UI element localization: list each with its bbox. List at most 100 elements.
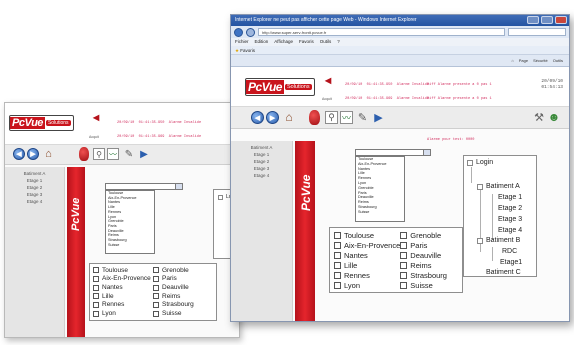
front-sidebar-item[interactable]: Etage 2 [231, 158, 292, 165]
back-checkbox-icon[interactable] [93, 275, 99, 282]
menu-edit[interactable]: Edition [255, 38, 269, 46]
front-forward-icon[interactable]: ▶ [266, 111, 279, 124]
front-search-icon[interactable]: ⚲ [325, 111, 338, 124]
back-checkbox-icon[interactable] [93, 310, 99, 317]
back-list-item[interactable]: Suisse [108, 243, 154, 248]
tree-node[interactable]: Etage 4 [498, 227, 522, 234]
back-alarm-icon[interactable] [79, 147, 89, 161]
back-checkbox-item[interactable]: Lyon [93, 309, 153, 318]
close-icon[interactable] [555, 16, 567, 24]
front-sidebar-item[interactable]: Etage 3 [231, 165, 292, 172]
front-checkbox-item[interactable]: Deauville [400, 250, 458, 260]
tree-collapse-icon[interactable] [477, 183, 483, 190]
back-sidebar-item[interactable]: Etage 1 [5, 177, 64, 184]
front-checkbox-icon[interactable] [400, 231, 408, 239]
back-checkbox-icon[interactable] [93, 301, 99, 308]
tree-node[interactable]: Batiment C [486, 269, 521, 276]
back-checkbox-icon[interactable] [93, 267, 99, 274]
cmd-security[interactable]: Sécurité [533, 58, 548, 63]
front-checkbox-item[interactable]: Nantes [334, 250, 400, 260]
back-checkbox-item[interactable]: Suisse [153, 309, 213, 318]
maximize-icon[interactable] [541, 16, 553, 24]
tree-node[interactable]: RDC [502, 248, 517, 255]
back-checkbox-item[interactable]: Rennes [93, 301, 153, 310]
back-checkbox-icon[interactable] [153, 310, 159, 317]
front-city-listbox[interactable]: Toulouse Aix-En-Provence Nantes Lille Re… [355, 156, 405, 222]
front-checkbox-item[interactable]: Aix-En-Provence [334, 240, 400, 250]
front-checkbox-icon[interactable] [400, 241, 408, 249]
ie-url-field[interactable]: http://www.super-serv-frontt.pcvue.fr [258, 28, 505, 36]
back-sidebar-item[interactable]: Etage 3 [5, 191, 64, 198]
back-checkbox-item[interactable]: Nantes [93, 283, 153, 292]
back-trend-icon[interactable]: 〰 [107, 148, 119, 160]
front-tools-icon[interactable]: ⚒ [533, 110, 545, 124]
back-checkbox-icon[interactable] [93, 284, 99, 291]
back-sidebar-item[interactable]: Etage 4 [5, 198, 64, 205]
tree-collapse-icon[interactable] [467, 159, 473, 166]
front-checkbox-icon[interactable] [334, 251, 341, 259]
front-pen-icon[interactable]: ✎ [356, 111, 369, 124]
front-city-combo[interactable] [355, 149, 431, 156]
front-checkbox-icon[interactable] [400, 281, 408, 289]
front-checkbox-item[interactable]: Strasbourg [400, 270, 458, 280]
front-sidebar-item[interactable]: Etage 4 [231, 172, 292, 179]
menu-favorites[interactable]: Favoris [299, 38, 314, 46]
cmd-tools[interactable]: Outils [553, 58, 563, 63]
back-back-icon[interactable]: ◀ [13, 148, 25, 160]
back-city-listbox[interactable]: Toulouse Aix-En-Provence Nantes Lille Re… [105, 190, 155, 254]
back-checkbox-icon[interactable] [153, 293, 159, 300]
back-checkbox-icon[interactable] [153, 301, 159, 308]
front-checkbox-item[interactable]: Lyon [334, 280, 400, 290]
front-checkbox-icon[interactable] [334, 231, 341, 239]
front-combo-dropdown-icon[interactable] [423, 150, 430, 155]
back-sidebar-item[interactable]: Batiment A [5, 170, 64, 177]
back-checkbox-item[interactable]: Strasbourg [153, 301, 213, 310]
back-checkbox-item[interactable]: Aix-En-Provence [93, 275, 153, 284]
front-alarm-bell-icon[interactable]: ◀ [325, 76, 331, 85]
front-checkbox-icon[interactable] [334, 271, 341, 279]
cmd-page[interactable]: Page [519, 58, 528, 63]
front-checkbox-icon[interactable] [400, 251, 408, 259]
ie-search-field[interactable] [508, 28, 566, 36]
front-checkbox-item[interactable]: Paris [400, 240, 458, 250]
menu-tools[interactable]: Outils [320, 38, 332, 46]
tree-node[interactable]: Etage1 [500, 259, 522, 266]
front-checkbox-icon[interactable] [400, 261, 408, 269]
back-tree-collapse-icon[interactable] [218, 194, 223, 200]
tree-node[interactable]: Etage 1 [498, 194, 522, 201]
front-checkbox-icon[interactable] [334, 261, 341, 269]
front-checkbox-item[interactable]: Reims [400, 260, 458, 270]
tree-node[interactable]: Batiment B [477, 237, 520, 244]
back-search-icon[interactable]: ⚲ [93, 148, 105, 160]
front-home-icon[interactable]: ⌂ [282, 110, 296, 124]
back-pen-icon[interactable]: ✎ [123, 148, 135, 160]
tree-node-root[interactable]: Login [467, 159, 493, 166]
menu-file[interactable]: Fichier [235, 38, 249, 46]
tree-node[interactable]: Etage 2 [498, 205, 522, 212]
front-checkbox-icon[interactable] [334, 281, 341, 289]
back-checkbox-item[interactable]: Reims [153, 292, 213, 301]
front-checkbox-item[interactable]: Suisse [400, 280, 458, 290]
back-sidebar-item[interactable]: Etage 2 [5, 184, 64, 191]
back-checkbox-icon[interactable] [93, 293, 99, 300]
front-checkbox-item[interactable]: Toulouse [334, 230, 400, 240]
tree-node[interactable]: Etage 3 [498, 216, 522, 223]
front-checkbox-icon[interactable] [400, 271, 408, 279]
front-play-icon[interactable]: ▶ [373, 111, 384, 124]
back-checkbox-item[interactable]: Grenoble [153, 266, 213, 275]
menu-view[interactable]: Affichage [274, 38, 293, 46]
front-alarm-icon[interactable] [309, 110, 320, 125]
ie-forward-icon[interactable] [246, 27, 255, 37]
front-checkbox-item[interactable]: Rennes [334, 270, 400, 280]
minimize-icon[interactable] [527, 16, 539, 24]
back-checkbox-item[interactable]: Toulouse [93, 266, 153, 275]
front-trend-icon[interactable]: 〰 [340, 111, 353, 124]
back-checkbox-item[interactable]: Lille [93, 292, 153, 301]
tree-collapse-icon[interactable] [477, 237, 483, 244]
front-checkbox-item[interactable]: Lille [334, 260, 400, 270]
ie-back-icon[interactable] [234, 27, 243, 37]
front-sidebar-item[interactable]: Batiment A [231, 144, 292, 151]
favorites-label[interactable]: Favoris [240, 48, 255, 53]
back-checkbox-item[interactable]: Deauville [153, 283, 213, 292]
front-list-item[interactable]: Suisse [358, 210, 404, 215]
